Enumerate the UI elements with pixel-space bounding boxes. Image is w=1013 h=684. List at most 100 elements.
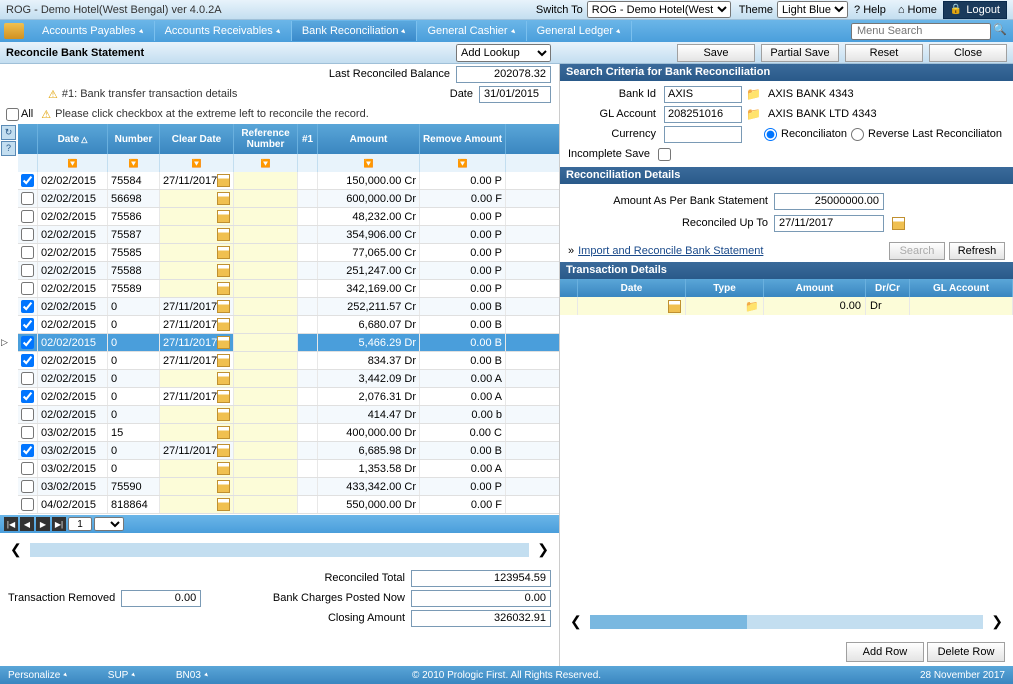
calendar-icon[interactable]: [217, 318, 230, 331]
row-checkbox[interactable]: [21, 282, 34, 295]
import-link[interactable]: Import and Reconcile Bank Statement: [578, 245, 763, 257]
calendar-icon[interactable]: [217, 372, 230, 385]
reconciliation-radio[interactable]: [764, 128, 777, 141]
calendar-icon[interactable]: [217, 390, 230, 403]
col-hash1[interactable]: #1: [298, 124, 318, 154]
grid-row[interactable]: 02/02/201556698600,000.00 Dr0.00 F: [18, 190, 559, 208]
personalize-link[interactable]: Personalize: [8, 670, 68, 681]
row-checkbox[interactable]: [21, 318, 34, 331]
row-checkbox[interactable]: [21, 354, 34, 367]
right-hscroll-right[interactable]: ❯: [987, 613, 1007, 630]
amount-as-per-input[interactable]: [774, 193, 884, 210]
cell-clear-date[interactable]: [160, 190, 234, 207]
cell-clear-date[interactable]: [160, 244, 234, 261]
theme-select[interactable]: Light Blue: [777, 1, 848, 18]
filter-amount-icon[interactable]: 🔽: [364, 159, 374, 168]
lookup-select[interactable]: Add Lookup: [456, 44, 551, 62]
cell-reference[interactable]: [234, 406, 298, 423]
grid-row[interactable]: 03/02/201575590433,342.00 Cr0.00 P: [18, 478, 559, 496]
calendar-icon[interactable]: [217, 300, 230, 313]
col-remove-amount[interactable]: Remove Amount: [420, 124, 506, 154]
col-reference-number[interactable]: Reference Number: [234, 124, 298, 154]
row-checkbox[interactable]: [21, 246, 34, 259]
td-col-date[interactable]: Date: [578, 279, 686, 297]
all-checkbox[interactable]: [6, 108, 19, 121]
reconciled-up-to-input[interactable]: [774, 215, 884, 232]
cell-clear-date[interactable]: 27/11/2017: [160, 172, 234, 189]
expand-icon[interactable]: »: [568, 245, 574, 257]
grid-row[interactable]: 02/02/201575588251,247.00 Cr0.00 P: [18, 262, 559, 280]
row-checkbox[interactable]: [21, 174, 34, 187]
grid-row[interactable]: 02/02/201503,442.09 Dr0.00 A: [18, 370, 559, 388]
row-checkbox[interactable]: [21, 192, 34, 205]
calendar-icon[interactable]: [217, 462, 230, 475]
menu-general-ledger[interactable]: General Ledger: [527, 21, 632, 41]
grid-row[interactable]: 02/02/20157558427/11/2017150,000.00 Cr0.…: [18, 172, 559, 190]
calendar-icon[interactable]: [217, 426, 230, 439]
cell-clear-date[interactable]: [160, 262, 234, 279]
menu-search-input[interactable]: [851, 23, 991, 40]
cell-reference[interactable]: [234, 262, 298, 279]
filter-number-icon[interactable]: 🔽: [129, 159, 139, 168]
calendar-icon[interactable]: [217, 174, 230, 187]
refresh-button[interactable]: Refresh: [949, 242, 1005, 260]
row-checkbox[interactable]: [21, 336, 34, 349]
gl-account-lookup-icon[interactable]: 📁: [746, 107, 760, 121]
currency-input[interactable]: [664, 126, 742, 143]
cell-reference[interactable]: [234, 244, 298, 261]
statement-date-input[interactable]: [479, 86, 551, 103]
td-amount-cell[interactable]: 0.00: [764, 297, 866, 315]
hscroll-left[interactable]: ❮: [6, 541, 26, 558]
incomplete-save-checkbox[interactable]: [658, 148, 671, 161]
row-checkbox[interactable]: [21, 498, 34, 511]
cell-reference[interactable]: [234, 478, 298, 495]
cell-clear-date[interactable]: [160, 280, 234, 297]
menu-search-icon[interactable]: 🔍: [993, 23, 1009, 39]
delete-row-button[interactable]: Delete Row: [927, 642, 1005, 662]
td-col-gl-account[interactable]: GL Account: [910, 279, 1013, 297]
cell-reference[interactable]: [234, 208, 298, 225]
td-col-amount[interactable]: Amount: [764, 279, 866, 297]
cell-reference[interactable]: [234, 460, 298, 477]
grid-row[interactable]: 02/02/20157558577,065.00 Cr0.00 P: [18, 244, 559, 262]
cell-clear-date[interactable]: 27/11/2017: [160, 388, 234, 405]
cell-clear-date[interactable]: [160, 496, 234, 513]
row-checkbox[interactable]: [21, 372, 34, 385]
cell-reference[interactable]: [234, 298, 298, 315]
grid-row[interactable]: 02/02/2015027/11/20172,076.31 Dr0.00 A: [18, 388, 559, 406]
cell-clear-date[interactable]: [160, 208, 234, 225]
grid-help-icon[interactable]: ?: [1, 141, 16, 156]
home-link[interactable]: ⌂ Home: [898, 4, 937, 16]
pager-next[interactable]: ▶: [36, 517, 50, 531]
logout-button[interactable]: Logout: [943, 1, 1007, 19]
cell-clear-date[interactable]: 27/11/2017: [160, 352, 234, 369]
cell-clear-date[interactable]: [160, 370, 234, 387]
menu-accounts-receivables[interactable]: Accounts Receivables: [155, 21, 292, 41]
right-hscroll-track[interactable]: [590, 615, 984, 629]
cell-clear-date[interactable]: [160, 406, 234, 423]
row-checkbox[interactable]: [21, 228, 34, 241]
grid-row[interactable]: 02/02/2015027/11/20175,466.29 Dr0.00 B: [18, 334, 559, 352]
calendar-icon[interactable]: [217, 228, 230, 241]
grid-row[interactable]: 04/02/2015818864550,000.00 Dr0.00 F: [18, 496, 559, 514]
cell-reference[interactable]: [234, 352, 298, 369]
calendar-icon[interactable]: [217, 192, 230, 205]
pager-first[interactable]: |◀: [4, 517, 18, 531]
cell-clear-date[interactable]: [160, 424, 234, 441]
calendar-icon[interactable]: [217, 336, 230, 349]
cell-clear-date[interactable]: [160, 460, 234, 477]
col-date[interactable]: Date △: [38, 124, 108, 154]
gl-account-input[interactable]: [664, 106, 742, 123]
cell-reference[interactable]: [234, 442, 298, 459]
cell-reference[interactable]: [234, 424, 298, 441]
cell-reference[interactable]: [234, 226, 298, 243]
grid-row[interactable]: 03/02/2015027/11/20176,685.98 Dr0.00 B: [18, 442, 559, 460]
col-amount[interactable]: Amount: [318, 124, 420, 154]
bank-id-lookup-icon[interactable]: 📁: [746, 87, 760, 101]
cell-clear-date[interactable]: 27/11/2017: [160, 316, 234, 333]
cell-reference[interactable]: [234, 388, 298, 405]
td-col-type[interactable]: Type: [686, 279, 764, 297]
calendar-icon[interactable]: [217, 246, 230, 259]
grid-row[interactable]: 03/02/201501,353.58 Dr0.00 A: [18, 460, 559, 478]
cell-reference[interactable]: [234, 190, 298, 207]
